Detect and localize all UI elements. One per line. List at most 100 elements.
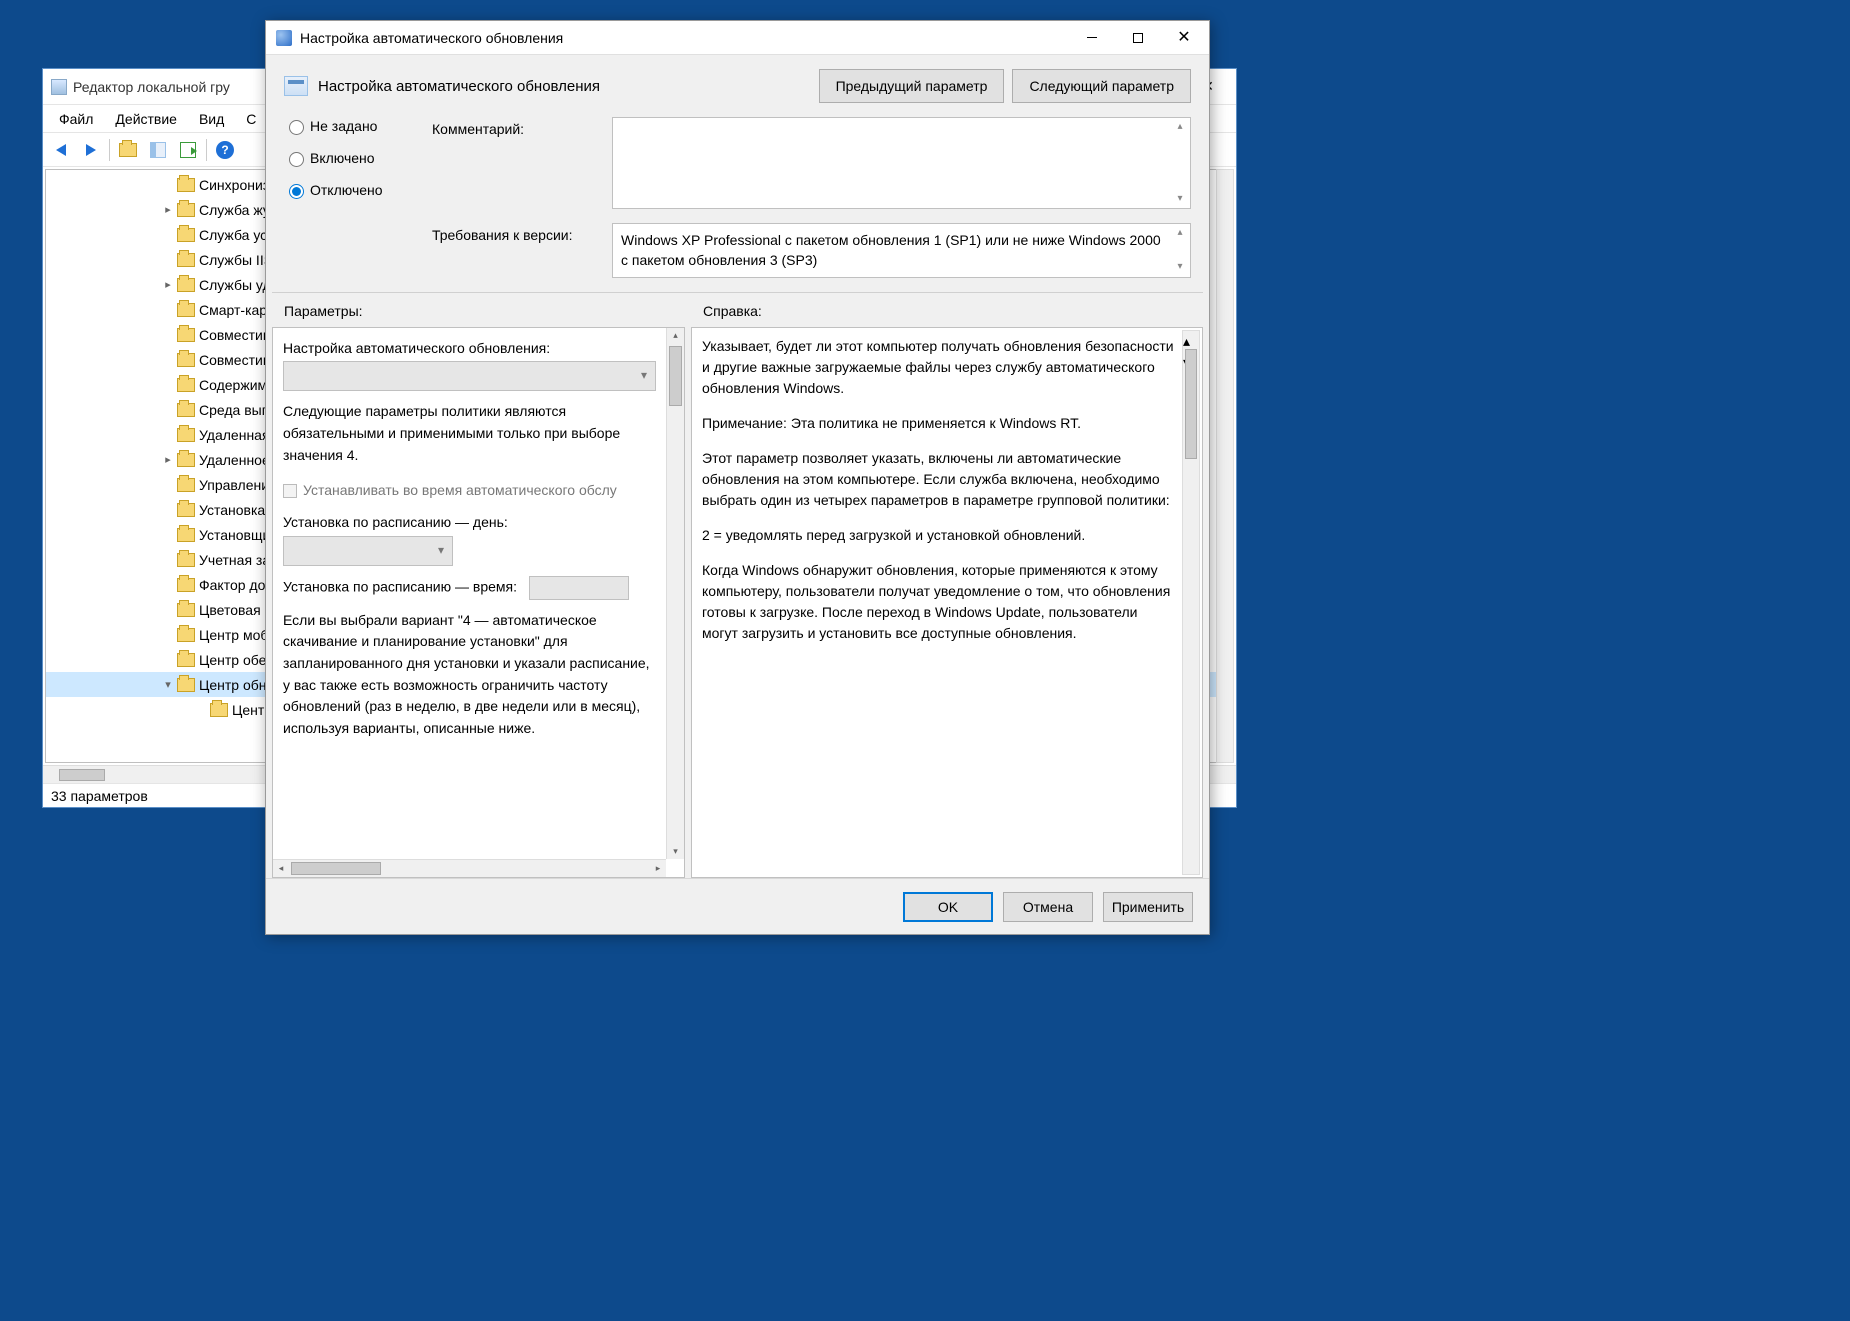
- help-paragraph: Когда Windows обнаружит обновления, кото…: [702, 560, 1176, 644]
- folder-icon: [177, 453, 195, 467]
- tree-item-label: Синхрониз: [199, 177, 269, 193]
- scroll-thumb[interactable]: [1185, 349, 1197, 459]
- folder-icon: [177, 553, 195, 567]
- close-button[interactable]: ✕: [1161, 23, 1207, 53]
- tree-item-label: Служба жу: [199, 202, 270, 218]
- dialog-header: Настройка автоматического обновления Пре…: [266, 55, 1209, 117]
- scroll-right-icon[interactable]: ▸: [650, 860, 666, 877]
- scroll-up-icon[interactable]: ▴: [1172, 120, 1188, 135]
- folder-icon: [177, 203, 195, 217]
- folder-icon: [177, 678, 195, 692]
- radio-not-configured-label: Не задано: [310, 118, 377, 134]
- options-vertical-scrollbar[interactable]: ▴ ▾: [666, 328, 684, 859]
- forward-button[interactable]: [77, 136, 105, 164]
- scroll-down-icon[interactable]: ▾: [1172, 192, 1188, 207]
- expand-icon[interactable]: ▾: [161, 678, 175, 691]
- scroll-up-icon[interactable]: ▴: [667, 330, 684, 341]
- show-panel-button[interactable]: [144, 136, 172, 164]
- options-maint-label: Устанавливать во время автоматического о…: [303, 480, 617, 502]
- expand-icon[interactable]: ▸: [161, 203, 175, 216]
- tree-item-label: Смарт-карт: [199, 302, 273, 318]
- radio-not-configured-input[interactable]: [289, 120, 304, 135]
- folder-icon: [177, 578, 195, 592]
- options-horizontal-scrollbar[interactable]: ◂ ▸: [273, 859, 666, 877]
- folder-icon: [177, 403, 195, 417]
- folder-icon: [177, 478, 195, 492]
- options-column: Параметры: Настройка автоматического обн…: [272, 303, 685, 878]
- menu-view[interactable]: Вид: [189, 109, 234, 129]
- help-column: Справка: Указывает, будет ли этот компью…: [691, 303, 1203, 878]
- supported-text: Windows XP Professional с пакетом обновл…: [621, 232, 1161, 268]
- help-paragraph: Указывает, будет ли этот компьютер получ…: [702, 336, 1176, 399]
- comment-field[interactable]: ▴ ▾: [612, 117, 1191, 209]
- supported-label: Требования к версии:: [432, 223, 612, 278]
- comment-scrollbar[interactable]: ▴ ▾: [1172, 120, 1188, 206]
- state-radio-group: Не задано Включено Отключено: [284, 117, 432, 278]
- options-cfg-dropdown[interactable]: [283, 361, 656, 391]
- help-pane: Указывает, будет ли этот компьютер получ…: [691, 327, 1203, 878]
- folder-icon: [177, 328, 195, 342]
- scroll-thumb[interactable]: [291, 862, 381, 875]
- supported-field: Windows XP Professional с пакетом обновл…: [612, 223, 1191, 278]
- options-day-dropdown[interactable]: [283, 536, 453, 566]
- vertical-scrollbar[interactable]: [1216, 169, 1234, 763]
- maximize-button[interactable]: [1115, 23, 1161, 53]
- help-button[interactable]: ?: [211, 136, 239, 164]
- options-title: Параметры:: [272, 303, 685, 327]
- tree-item-label: Цветовая с: [199, 602, 272, 618]
- ok-button[interactable]: OK: [903, 892, 993, 922]
- minimize-icon: [1087, 37, 1097, 38]
- policy-dialog: Настройка автоматического обновления ✕ Н…: [265, 20, 1210, 935]
- tree-item-label: Фактор до: [199, 577, 265, 593]
- scroll-thumb[interactable]: [59, 769, 105, 781]
- tree-item-label: Совместим: [199, 352, 272, 368]
- options-time-field[interactable]: [529, 576, 629, 600]
- scroll-up-icon[interactable]: ▴: [1172, 226, 1188, 241]
- folder-icon: [177, 253, 195, 267]
- help-paragraph: Примечание: Эта политика не применяется …: [702, 413, 1176, 434]
- dialog-titlebar[interactable]: Настройка автоматического обновления ✕: [266, 21, 1209, 55]
- arrow-left-icon: [56, 144, 66, 156]
- folder-icon: [210, 703, 228, 717]
- radio-disabled[interactable]: Отключено: [284, 181, 432, 199]
- tree-item-label: Службы IIS: [199, 252, 273, 268]
- expand-icon[interactable]: ▸: [161, 453, 175, 466]
- radio-enabled[interactable]: Включено: [284, 149, 432, 167]
- radio-enabled-input[interactable]: [289, 152, 304, 167]
- radio-disabled-input[interactable]: [289, 184, 304, 199]
- expand-icon[interactable]: ▸: [161, 278, 175, 291]
- menu-action[interactable]: Действие: [105, 109, 187, 129]
- toolbar-separator: [109, 139, 110, 161]
- up-folder-button[interactable]: [114, 136, 142, 164]
- tree-item-label: Центр обн: [199, 677, 267, 693]
- folder-icon: [177, 653, 195, 667]
- minimize-button[interactable]: [1069, 23, 1115, 53]
- scroll-down-icon[interactable]: ▾: [667, 846, 684, 857]
- options-maint-checkbox[interactable]: Устанавливать во время автоматического о…: [283, 480, 656, 502]
- supported-scrollbar[interactable]: ▴ ▾: [1172, 226, 1188, 275]
- menu-s[interactable]: С: [236, 109, 266, 129]
- back-button[interactable]: [47, 136, 75, 164]
- scroll-thumb[interactable]: [669, 346, 682, 406]
- radio-not-configured[interactable]: Не задано: [284, 117, 432, 135]
- folder-icon: [177, 303, 195, 317]
- next-setting-button[interactable]: Следующий параметр: [1012, 69, 1191, 103]
- help-vertical-scrollbar[interactable]: ▴ ▾: [1182, 330, 1200, 875]
- scroll-down-icon[interactable]: ▾: [1172, 260, 1188, 275]
- scroll-left-icon[interactable]: ◂: [273, 860, 289, 877]
- prev-setting-button[interactable]: Предыдущий параметр: [819, 69, 1005, 103]
- status-text: 33 параметров: [51, 788, 148, 804]
- folder-up-icon: [119, 143, 137, 157]
- options-required-note: Следующие параметры политики являются об…: [283, 401, 656, 466]
- tree-item-label: Центр обес: [199, 652, 273, 668]
- folder-icon: [177, 628, 195, 642]
- menu-file[interactable]: Файл: [49, 109, 103, 129]
- help-icon: ?: [216, 141, 234, 159]
- apply-button[interactable]: Применить: [1103, 892, 1193, 922]
- export-button[interactable]: [174, 136, 202, 164]
- cancel-button[interactable]: Отмена: [1003, 892, 1093, 922]
- folder-icon: [177, 278, 195, 292]
- folder-icon: [177, 178, 195, 192]
- checkbox-icon: [283, 484, 297, 498]
- folder-icon: [177, 503, 195, 517]
